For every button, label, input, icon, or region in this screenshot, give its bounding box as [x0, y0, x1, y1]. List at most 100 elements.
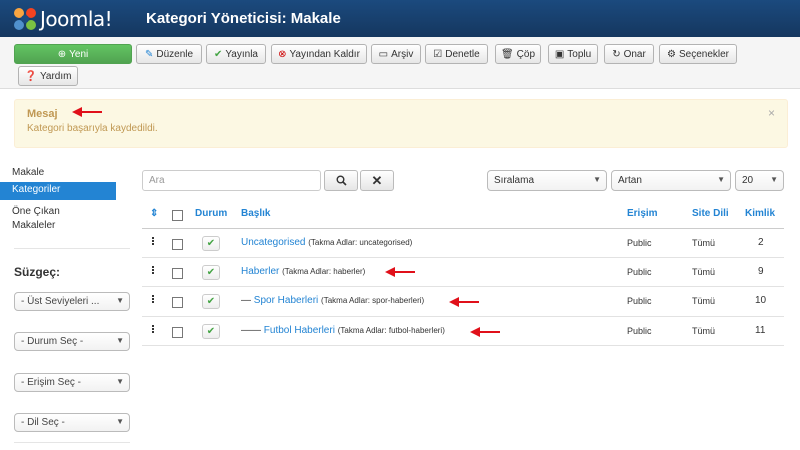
top-header: Joomla! Kategori Yöneticisi: Makale — [0, 0, 800, 37]
toolbar: ⊕ Yeni ✎ Düzenle ✔ Yayınla ⊗ Yayından Kaldır… — [0, 37, 800, 89]
row-id: 2 — [758, 237, 764, 248]
row-divider — [142, 286, 784, 287]
close-icon[interactable]: × — [768, 106, 775, 120]
caret-down-icon: ▼ — [116, 336, 124, 345]
status-column-header[interactable]: Durum — [195, 208, 227, 219]
sidebar-item-featured[interactable]: Öne Çıkan Makaleler — [0, 203, 116, 235]
clear-button[interactable]: ✕ — [360, 170, 394, 191]
category-link[interactable]: Futbol Haberleri — [264, 325, 335, 336]
row-access: Public — [627, 326, 652, 336]
published-toggle[interactable]: ✔ — [202, 324, 220, 339]
sort-column-header[interactable]: ⇕ — [150, 208, 158, 219]
ordering-select[interactable]: Sıralama ▼ — [487, 170, 607, 191]
close-icon: ✕ — [371, 172, 383, 188]
category-link[interactable]: Haberler — [241, 266, 279, 277]
parent-filter-select[interactable]: - Üst Seviyeleri ... ▼ — [14, 292, 130, 311]
checkbox-icon: ☑ — [433, 48, 443, 60]
rebuild-button[interactable]: ↻ Onar — [604, 44, 654, 64]
checkin-button[interactable]: ☑ Denetle — [425, 44, 488, 64]
caret-down-icon: ▼ — [770, 175, 778, 184]
sidebar-divider — [14, 248, 130, 249]
table-row-title: — Spor Haberleri (Takma Adlar: spor-habe… — [241, 295, 424, 306]
language-column-header[interactable]: Site Dili — [692, 208, 729, 219]
row-checkbox[interactable] — [172, 239, 183, 250]
row-access: Public — [627, 296, 652, 306]
published-toggle[interactable]: ✔ — [202, 236, 220, 251]
row-level-prefix: — — [241, 295, 251, 306]
new-button[interactable]: ⊕ Yeni — [14, 44, 132, 64]
annotation-arrow-icon — [470, 327, 500, 337]
direction-select[interactable]: Artan ▼ — [611, 170, 731, 191]
annotation-arrow-icon — [72, 107, 102, 117]
caret-down-icon: ▼ — [116, 296, 124, 305]
select-all-checkbox[interactable] — [172, 210, 183, 221]
drag-handle-icon[interactable] — [152, 237, 155, 246]
check-icon: ✔ — [206, 238, 216, 249]
access-filter-select[interactable]: - Erişim Seç - ▼ — [14, 373, 130, 392]
status-filter-value: - Durum Seç - — [21, 336, 84, 347]
publish-button[interactable]: ✔ Yayınla — [206, 44, 266, 64]
archive-button[interactable]: ▭ Arşiv — [371, 44, 421, 64]
message-text: Kategori başarıyla kaydedildi. — [27, 123, 158, 134]
category-link[interactable]: Uncategorised — [241, 237, 305, 248]
checkin-label: Denetle — [445, 48, 480, 60]
edit-button[interactable]: ✎ Düzenle — [136, 44, 202, 64]
drag-handle-icon[interactable] — [152, 266, 155, 275]
row-divider — [142, 316, 784, 317]
help-button[interactable]: ❓ Yardım — [18, 66, 78, 86]
caret-down-icon: ▼ — [593, 175, 601, 184]
check-icon: ✔ — [206, 296, 216, 307]
status-filter-select[interactable]: - Durum Seç - ▼ — [14, 332, 130, 351]
logo-text: Joomla! — [40, 7, 113, 31]
category-alias: (Takma Adlar: haberler) — [282, 267, 366, 276]
access-column-header[interactable]: Erişim — [627, 208, 658, 219]
table-row-title: Uncategorised (Takma Adlar: uncategorise… — [241, 237, 412, 248]
row-id: 9 — [758, 266, 764, 277]
refresh-icon: ↻ — [612, 48, 621, 60]
drag-handle-icon[interactable] — [152, 325, 155, 334]
rebuild-label: Onar — [623, 48, 646, 60]
help-label: Yardım — [39, 70, 72, 82]
row-checkbox[interactable] — [172, 327, 183, 338]
trash-icon: 🗑 — [500, 48, 514, 60]
parent-filter-value: - Üst Seviyeleri ... — [21, 296, 100, 307]
access-filter-value: - Erişim Seç - — [21, 377, 81, 388]
limit-select[interactable]: 20 ▼ — [735, 170, 784, 191]
sidebar-item-categories[interactable]: Kategoriler — [0, 182, 116, 200]
table-row-title: —— Futbol Haberleri (Takma Adlar: futbol… — [241, 325, 445, 336]
options-button[interactable]: ⚙ Seçenekler — [659, 44, 737, 64]
trash-button[interactable]: 🗑 Çöp — [495, 44, 541, 64]
category-link[interactable]: Spor Haberleri — [254, 295, 318, 306]
language-filter-select[interactable]: - Dil Seç - ▼ — [14, 413, 130, 432]
row-checkbox[interactable] — [172, 268, 183, 279]
row-language: Tümü — [692, 326, 716, 336]
published-toggle[interactable]: ✔ — [202, 265, 220, 280]
batch-label: Toplu — [567, 48, 592, 60]
check-icon: ✔ — [206, 326, 216, 337]
row-language: Tümü — [692, 267, 716, 277]
row-checkbox[interactable] — [172, 297, 183, 308]
batch-icon: ▣ — [554, 48, 565, 60]
category-alias: (Takma Adlar: spor-haberleri) — [321, 296, 425, 305]
joomla-logo[interactable]: Joomla! — [12, 6, 113, 32]
category-alias: (Takma Adlar: futbol-haberleri) — [337, 326, 445, 335]
search-input[interactable]: Ara — [142, 170, 321, 191]
row-language: Tümü — [692, 296, 716, 306]
search-button[interactable] — [324, 170, 358, 191]
archive-icon: ▭ — [378, 48, 389, 60]
row-language: Tümü — [692, 238, 716, 248]
title-column-header[interactable]: Başlık — [241, 208, 270, 219]
batch-button[interactable]: ▣ Toplu — [548, 44, 598, 64]
search-icon — [336, 175, 347, 186]
edit-icon: ✎ — [144, 48, 154, 60]
caret-down-icon: ▼ — [116, 417, 124, 426]
sidebar-item-articles[interactable]: Makale — [0, 165, 116, 180]
drag-handle-icon[interactable] — [152, 295, 155, 304]
archive-label: Arşiv — [391, 48, 414, 60]
sidebar-divider — [14, 442, 130, 443]
row-divider — [142, 257, 784, 258]
unpublish-button[interactable]: ⊗ Yayından Kaldır — [271, 44, 367, 64]
question-icon: ❓ — [24, 70, 37, 82]
id-column-header[interactable]: Kimlik — [745, 208, 775, 219]
published-toggle[interactable]: ✔ — [202, 294, 220, 309]
